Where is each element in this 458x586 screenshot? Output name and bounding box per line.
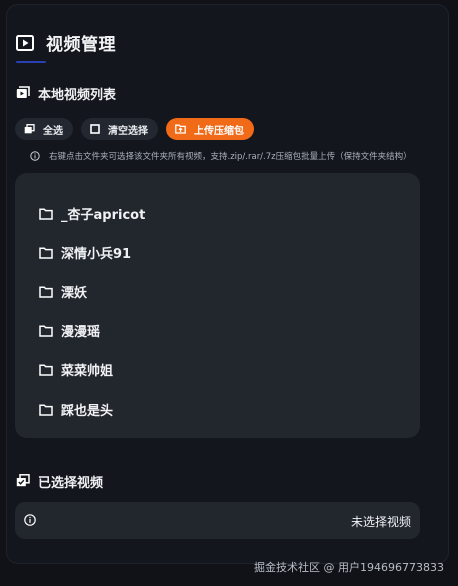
clear-selection-button[interactable]: 清空选择 xyxy=(81,118,158,140)
upload-hint-text: 右键点击文件夹可选择该文件夹所有视频，支持.zip/.rar/.7z压缩包批量上… xyxy=(49,152,412,162)
upload-archive-button[interactable]: 上传压缩包 xyxy=(166,118,254,140)
folder-icon xyxy=(39,285,53,298)
video-collection-icon xyxy=(16,84,30,103)
folder-name: 漫漫瑶 xyxy=(61,325,101,340)
folder-item[interactable]: 漫漫瑶 xyxy=(39,321,100,340)
upload-archive-label: 上传压缩包 xyxy=(194,125,244,137)
title-underline xyxy=(16,61,46,63)
local-list-heading: 本地视频列表 xyxy=(16,84,116,103)
selected-title: 已选择视频 xyxy=(38,476,104,491)
upload-hint: 右键点击文件夹可选择该文件夹所有视频，支持.zip/.rar/.7z压缩包批量上… xyxy=(30,150,412,162)
folder-name: 深情小兵91 xyxy=(61,247,132,262)
folder-item[interactable]: 溧妖 xyxy=(39,282,87,301)
clear-selection-label: 清空选择 xyxy=(108,125,148,137)
folder-name: _杏子apricot xyxy=(61,208,146,223)
folder-icon xyxy=(39,363,53,376)
selected-heading: 已选择视频 xyxy=(16,472,103,491)
folder-icon xyxy=(39,324,53,337)
select-all-label: 全选 xyxy=(43,125,63,137)
selected-videos-box: 未选择视频 xyxy=(15,502,420,539)
folder-name: 菜菜帅姐 xyxy=(61,364,114,379)
folder-item[interactable]: 踩也是头 xyxy=(39,400,113,419)
empty-selection-text: 未选择视频 xyxy=(350,515,411,529)
info-circle-icon xyxy=(30,151,40,161)
selected-videos-icon xyxy=(16,472,30,491)
folder-name: 溧妖 xyxy=(61,286,88,301)
folder-item[interactable]: 深情小兵91 xyxy=(39,243,131,262)
action-buttons: 全选 清空选择 上传压缩包 xyxy=(15,118,262,140)
select-all-button[interactable]: 全选 xyxy=(15,118,73,140)
folder-item[interactable]: _杏子apricot xyxy=(39,204,145,223)
watermark: 掘金技术社区 @ 用户194696773833 xyxy=(254,561,444,574)
folder-icon xyxy=(39,246,53,259)
clear-selection-icon xyxy=(90,124,100,134)
folder-list: _杏子apricot 深情小兵91 溧妖 漫漫瑶 菜菜帅姐 踩也是头 xyxy=(15,173,420,438)
folder-item[interactable]: 菜菜帅姐 xyxy=(39,360,113,379)
video-play-icon xyxy=(16,34,34,51)
select-all-icon xyxy=(24,124,35,134)
folder-icon xyxy=(39,403,53,416)
folder-icon xyxy=(39,207,53,220)
local-list-title: 本地视频列表 xyxy=(38,88,117,103)
page-header: 视频管理 xyxy=(16,30,116,55)
info-icon xyxy=(24,514,36,526)
upload-folder-icon xyxy=(175,124,186,134)
folder-name: 踩也是头 xyxy=(61,404,114,419)
page-title: 视频管理 xyxy=(46,35,116,55)
